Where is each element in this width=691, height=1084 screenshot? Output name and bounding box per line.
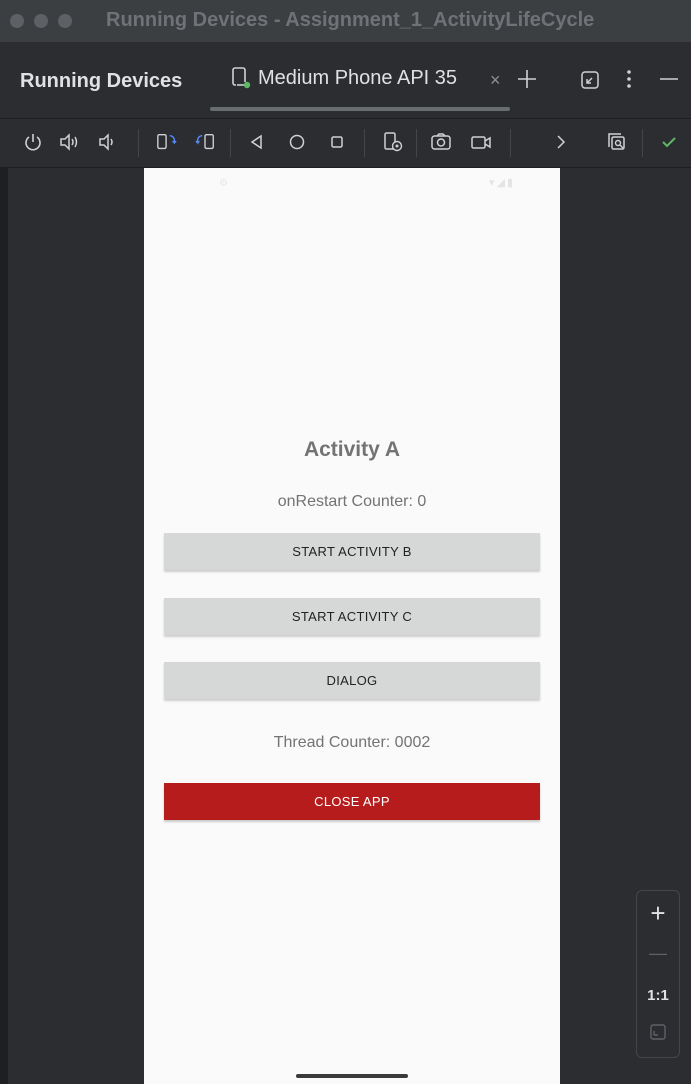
fit-screen-icon[interactable] — [637, 1023, 679, 1046]
restart-counter-text: onRestart Counter: 0 — [277, 493, 427, 510]
layout-inspector-icon[interactable] — [606, 131, 628, 153]
device-tab[interactable]: Medium Phone API 35 — [230, 66, 457, 90]
device-tab-label: Medium Phone API 35 — [258, 66, 458, 89]
gesture-home-bar[interactable] — [296, 1074, 408, 1078]
volume-down-icon[interactable] — [96, 131, 118, 153]
check-icon[interactable] — [658, 131, 680, 153]
start-activity-b-button[interactable]: START ACTIVITY B — [164, 533, 540, 570]
close-tab-icon[interactable]: × — [490, 70, 501, 91]
add-icon[interactable] — [516, 68, 538, 94]
screen-record-icon[interactable] — [470, 131, 492, 153]
collapse-icon[interactable] — [580, 70, 600, 94]
volume-up-icon[interactable] — [58, 131, 80, 153]
tool-window-label: Running Devices — [20, 70, 183, 92]
close-app-button[interactable]: CLOSE APP — [164, 783, 540, 820]
activity-title: Activity A — [303, 438, 401, 461]
overview-icon[interactable] — [326, 131, 348, 153]
window-title-bar: Running Devices - Assignment_1_ActivityL… — [0, 0, 691, 42]
home-icon[interactable] — [286, 131, 308, 153]
more-options-icon[interactable] — [624, 68, 634, 94]
screenshot-icon[interactable] — [430, 131, 452, 153]
toolbar-separator — [364, 129, 365, 157]
device-settings-icon[interactable] — [382, 131, 404, 153]
toolbar-separator — [416, 129, 417, 157]
phone-screen[interactable]: ⚙ ▾◢▮ Activity A onRestart Counter: 0 ST… — [144, 168, 560, 1084]
maximize-window-button[interactable] — [58, 14, 72, 28]
close-window-button[interactable] — [10, 14, 24, 28]
toolbar-separator — [230, 129, 231, 157]
dialog-button[interactable]: DIALOG — [164, 662, 540, 699]
start-activity-c-button[interactable]: START ACTIVITY C — [164, 598, 540, 635]
window-title: Running Devices - Assignment_1_ActivityL… — [106, 9, 595, 31]
device-icon — [232, 67, 251, 89]
minimize-icon[interactable] — [658, 68, 680, 94]
toolbar-separator — [510, 129, 511, 157]
window-controls[interactable] — [10, 14, 72, 28]
power-icon[interactable] — [22, 131, 44, 153]
device-toolbar — [0, 118, 691, 168]
zoom-out-button[interactable]: — — [637, 943, 679, 964]
device-left-gutter — [8, 168, 144, 1084]
rotate-right-icon[interactable] — [194, 131, 216, 153]
zoom-in-button[interactable]: + — [637, 899, 679, 927]
toolbar-separator — [642, 129, 643, 157]
zoom-actual-size-button[interactable]: 1:1 — [637, 987, 679, 1004]
minimize-window-button[interactable] — [34, 14, 48, 28]
toolbar-separator — [138, 129, 139, 157]
back-icon[interactable] — [246, 131, 268, 153]
zoom-controls: + — 1:1 — [636, 890, 680, 1058]
status-bar-indicators: ▾◢▮ — [489, 177, 516, 189]
thread-counter-text: Thread Counter: 0002 — [273, 734, 431, 751]
tab-scroll-indicator — [210, 107, 510, 111]
tool-window-header: Running Devices Medium Phone API 35 × — [0, 42, 691, 118]
rotate-left-icon[interactable] — [156, 131, 178, 153]
status-bar-icon: ⚙ — [219, 178, 228, 189]
more-icon[interactable] — [550, 131, 572, 153]
